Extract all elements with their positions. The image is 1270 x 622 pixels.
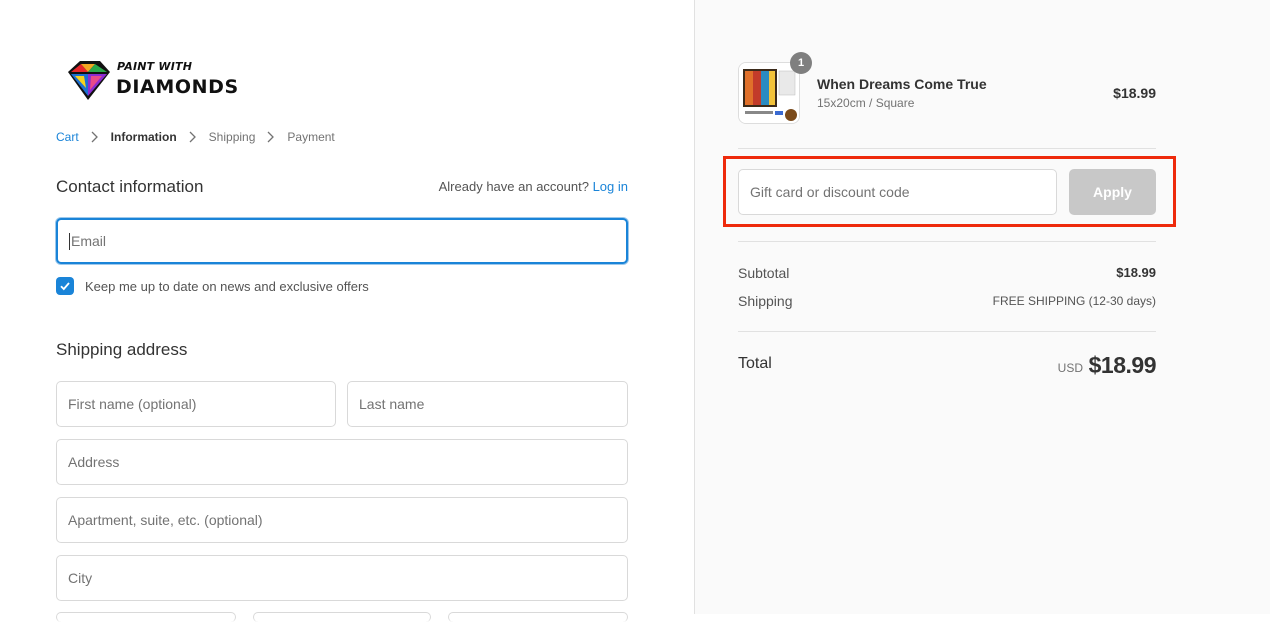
first-name-field[interactable]: First name (optional) [56,381,336,427]
email-field[interactable]: Email [56,218,628,264]
logo-tagline: PAINT WITH [117,60,193,73]
login-link[interactable]: Log in [593,179,628,194]
contact-information-title: Contact information [56,177,204,196]
first-name-placeholder: First name (optional) [68,396,197,412]
chevron-right-icon [267,131,275,143]
address-field[interactable]: Address [56,439,628,485]
store-logo[interactable]: PAINT WITH DIAMONDS [62,58,262,104]
shipping-value: FREE SHIPPING (12-30 days) [992,294,1156,308]
shipping-address-title: Shipping address [56,340,188,359]
product-thumbnail [738,62,800,124]
divider [738,241,1156,242]
account-prompt-text: Already have an account? [438,179,589,194]
subtotal-value: $18.99 [1116,265,1156,280]
quantity-badge: 1 [790,52,812,74]
email-placeholder: Email [71,233,107,249]
checkout-main: PAINT WITH DIAMONDS Cart Information Shi… [0,0,694,622]
apartment-field[interactable]: Apartment, suite, etc. (optional) [56,497,628,543]
breadcrumb-payment: Payment [287,130,335,144]
divider [738,148,1156,149]
checkmark-icon [60,282,70,291]
product-name: When Dreams Come True [817,76,987,92]
apartment-placeholder: Apartment, suite, etc. (optional) [68,512,263,528]
total-label: Total [738,355,772,372]
logo-wordmark: DIAMONDS [116,76,239,98]
address-placeholder: Address [68,454,120,470]
total-currency: USD [1057,361,1083,375]
divider [738,331,1156,332]
newsletter-checkbox[interactable] [56,277,74,295]
diamond-logo-icon [68,61,110,100]
breadcrumb: Cart Information Shipping Payment [56,130,335,144]
last-name-placeholder: Last name [359,396,425,412]
last-name-field[interactable]: Last name [347,381,628,427]
product-variant: 15x20cm / Square [817,96,915,110]
discount-placeholder: Gift card or discount code [750,184,910,200]
breadcrumb-cart[interactable]: Cart [56,130,79,144]
text-caret [69,232,70,250]
shipping-label: Shipping [738,293,793,309]
subtotal-label: Subtotal [738,265,790,281]
total-amount: $18.99 [1088,352,1157,378]
city-placeholder: City [68,570,93,586]
city-field[interactable]: City [56,555,628,601]
breadcrumb-shipping: Shipping [208,130,256,144]
account-prompt: Already have an account? Log in [439,179,628,194]
breadcrumb-information: Information [110,130,177,144]
newsletter-option[interactable]: Keep me up to date on news and exclusive… [56,277,369,295]
cart-item: 1 When Dreams Come True 15x20cm / Square… [738,52,1156,124]
order-summary: 1 When Dreams Come True 15x20cm / Square… [694,0,1270,614]
product-image-icon [739,63,799,123]
chevron-right-icon [91,131,98,143]
apply-discount-button[interactable]: Apply [1069,169,1156,215]
discount-code-input[interactable]: Gift card or discount code [738,169,1057,215]
product-price: $18.99 [1113,85,1156,101]
chevron-right-icon [189,131,196,143]
newsletter-label: Keep me up to date on news and exclusive… [85,278,369,294]
